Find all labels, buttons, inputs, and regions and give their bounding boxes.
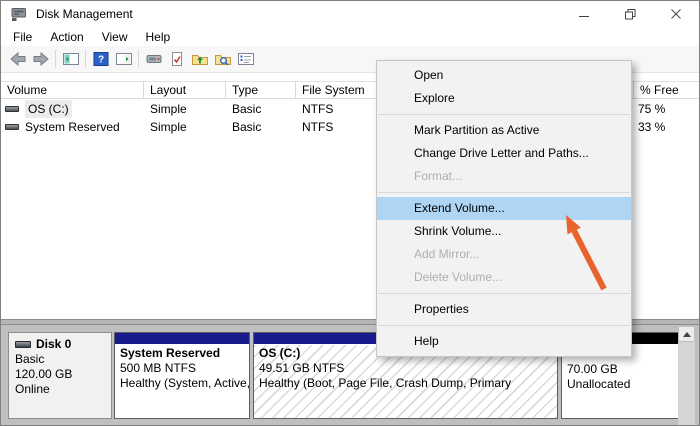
disk-type: Basic: [15, 352, 105, 367]
folder-search-icon[interactable]: [211, 48, 234, 70]
menu-help[interactable]: Help: [137, 28, 180, 46]
layout-cell: Simple: [150, 118, 187, 136]
minimize-icon[interactable]: [561, 1, 607, 27]
partition-size: 500 MB NTFS: [120, 361, 244, 376]
disk-capacity: 120.00 GB: [15, 367, 105, 382]
column-header-layout[interactable]: Layout: [144, 82, 226, 99]
window-title: Disk Management: [36, 7, 133, 21]
file-system-cell: NTFS: [302, 100, 333, 118]
menu-bar: File Action View Help: [1, 27, 699, 46]
menu-item-explore[interactable]: Explore: [377, 87, 631, 110]
menu-separator: [378, 114, 630, 115]
title-bar: Disk Management: [1, 1, 699, 27]
menu-item-properties[interactable]: Properties: [377, 298, 631, 321]
menu-item-open[interactable]: Open: [377, 64, 631, 87]
help-icon[interactable]: ?: [89, 48, 112, 70]
partition-size: 49.51 GB NTFS: [259, 361, 552, 376]
action-pane-icon[interactable]: [112, 48, 135, 70]
partition-system-reserved[interactable]: System Reserved 500 MB NTFS Healthy (Sys…: [114, 332, 250, 419]
type-cell: Basic: [232, 100, 261, 118]
toolbar-separator: [138, 50, 139, 68]
volume-cell: OS (C:): [5, 100, 72, 118]
back-arrow-icon[interactable]: [6, 48, 29, 70]
menu-action[interactable]: Action: [41, 28, 92, 46]
menu-file[interactable]: File: [4, 28, 41, 46]
annotation-arrow-icon: [551, 206, 621, 301]
restore-icon[interactable]: [607, 1, 653, 27]
percent-free-cell: 75 %: [638, 100, 665, 118]
menu-item-change-drive-letter[interactable]: Change Drive Letter and Paths...: [377, 142, 631, 165]
column-header-volume[interactable]: Volume: [1, 82, 144, 99]
column-header-percent-free[interactable]: % Free: [634, 82, 700, 99]
menu-item-mark-partition-active[interactable]: Mark Partition as Active: [377, 119, 631, 142]
disk-management-app-icon: [10, 7, 28, 22]
volume-cell: System Reserved: [5, 118, 120, 136]
device-icon[interactable]: [142, 48, 165, 70]
forward-arrow-icon[interactable]: [29, 48, 52, 70]
drive-icon: [5, 106, 19, 112]
partition-title: System Reserved: [120, 346, 244, 361]
menu-item-format: Format...: [377, 165, 631, 188]
type-cell: Basic: [232, 118, 261, 136]
toolbar-separator: [85, 50, 86, 68]
scroll-up-icon[interactable]: [678, 326, 695, 342]
svg-text:?: ?: [97, 55, 103, 66]
menu-view[interactable]: View: [93, 28, 137, 46]
unallocated-status: Unallocated: [567, 377, 673, 392]
up-triangle-icon: [683, 332, 691, 337]
toolbar-separator: [55, 50, 56, 68]
disk-management-window: Disk Management File Action View Help: [0, 0, 700, 426]
file-system-cell: NTFS: [302, 118, 333, 136]
partition-status: Healthy (Boot, Page File, Crash Dump, Pr…: [259, 376, 552, 391]
document-check-icon[interactable]: [165, 48, 188, 70]
folder-upload-icon[interactable]: [188, 48, 211, 70]
console-tree-icon[interactable]: [59, 48, 82, 70]
menu-item-help[interactable]: Help: [377, 330, 631, 353]
menu-separator: [378, 192, 630, 193]
partition-status: Healthy (System, Active,: [120, 376, 244, 391]
volume-name: OS (C:): [25, 100, 72, 118]
disk-status: Online: [15, 382, 105, 397]
disk-name: Disk 0: [36, 337, 71, 351]
vertical-scrollbar[interactable]: [678, 326, 695, 425]
disk-icon: [15, 341, 31, 348]
volume-name: System Reserved: [25, 118, 120, 136]
drive-icon: [5, 124, 19, 130]
disk-info-cell[interactable]: Disk 0 Basic 120.00 GB Online: [8, 332, 112, 419]
layout-cell: Simple: [150, 100, 187, 118]
menu-separator: [378, 325, 630, 326]
column-header-type[interactable]: Type: [226, 82, 296, 99]
partition-color-stripe: [115, 333, 249, 345]
percent-free-cell: 33 %: [638, 118, 665, 136]
close-icon[interactable]: [653, 1, 699, 27]
properties-list-icon[interactable]: [234, 48, 257, 70]
unallocated-size: 70.00 GB: [567, 362, 673, 377]
